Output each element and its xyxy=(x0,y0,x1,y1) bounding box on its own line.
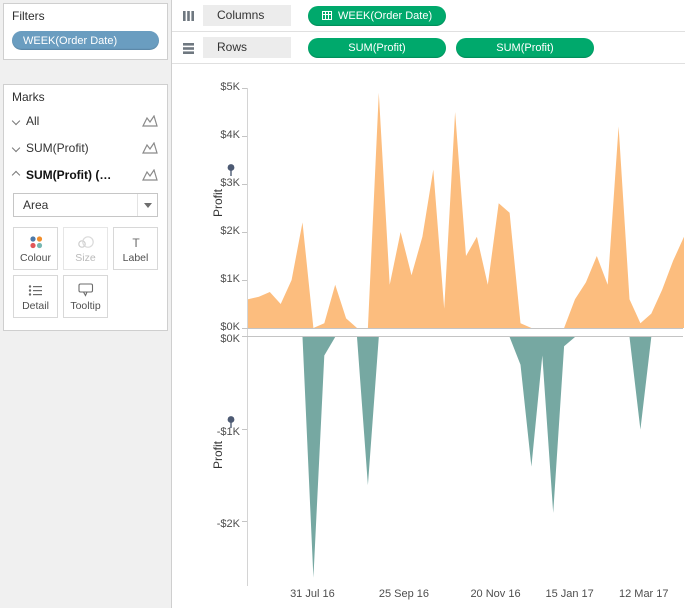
detail-icon xyxy=(28,281,43,298)
area-mark-negative-profit[interactable] xyxy=(248,337,684,587)
columns-shelf-label: Columns xyxy=(203,5,291,26)
marks-title: Marks xyxy=(4,85,167,107)
y-axis-tick-mark xyxy=(242,88,247,89)
pill-sum-profit-1[interactable]: SUM(Profit) xyxy=(308,38,446,58)
pill-label: SUM(Profit) xyxy=(348,42,405,54)
y-axis-tick-mark xyxy=(242,184,247,185)
tooltip-icon xyxy=(78,281,94,298)
tooltip-button[interactable]: Tooltip xyxy=(63,275,108,318)
x-axis-tick-label: 12 Mar 17 xyxy=(606,588,682,600)
tableau-window: Filters WEEK(Order Date) Marks All SUM(P… xyxy=(0,0,685,608)
colour-button-label: Colour xyxy=(20,252,51,264)
x-axis-tick-label: 15 Jan 17 xyxy=(532,588,608,600)
x-axis-tick-label: 20 Nov 16 xyxy=(458,588,534,600)
pill-label: SUM(Profit) xyxy=(496,42,553,54)
mark-type-dropdown[interactable]: Area xyxy=(13,193,158,217)
grid-icon xyxy=(322,11,332,20)
chevron-down-icon[interactable] xyxy=(12,116,20,124)
label-icon: T xyxy=(129,233,143,250)
marks-row-sum-profit-1[interactable]: SUM(Profit) xyxy=(4,134,167,161)
marks-row-all[interactable]: All xyxy=(4,107,167,134)
marks-row-label: All xyxy=(26,114,135,128)
y-axis-tick-mark xyxy=(242,429,247,430)
area-mark-positive-profit[interactable] xyxy=(248,88,684,328)
chevron-down-icon[interactable] xyxy=(12,143,20,151)
zero-line-top xyxy=(247,328,683,329)
y-axis-tick-label: $4K xyxy=(190,129,240,141)
columns-shelf[interactable]: Columns WEEK(Order Date) xyxy=(172,0,685,32)
rows-pills: SUM(Profit) SUM(Profit) xyxy=(308,38,594,58)
marks-row-sum-profit-2[interactable]: SUM(Profit) (… xyxy=(4,161,167,188)
y-axis-tick-mark xyxy=(242,280,247,281)
y-axis-tick-label: $5K xyxy=(190,81,240,93)
x-axis-tick-label: 31 Jul 16 xyxy=(274,588,350,600)
marks-buttons: Colour Size T Label xyxy=(13,227,158,318)
sidebar: Filters WEEK(Order Date) Marks All SUM(P… xyxy=(0,0,172,608)
label-button[interactable]: T Label xyxy=(113,227,158,270)
y-axis-tick-label: $0K xyxy=(190,333,240,345)
chevron-up-icon[interactable] xyxy=(12,170,20,178)
marks-card: Marks All SUM(Profit) SUM(Profit) (… Are… xyxy=(3,84,168,331)
svg-text:T: T xyxy=(132,236,140,249)
rows-shelf[interactable]: Rows SUM(Profit) SUM(Profit) xyxy=(172,32,685,64)
area-chart-icon xyxy=(142,142,158,154)
x-axis-tick-label: 25 Sep 16 xyxy=(366,588,442,600)
colour-button[interactable]: Colour xyxy=(13,227,58,270)
y-axis-tick-mark xyxy=(242,232,247,233)
area-chart-icon xyxy=(142,169,158,181)
label-button-label: Label xyxy=(123,252,149,264)
pill-week-order-date[interactable]: WEEK(Order Date) xyxy=(308,6,446,26)
filters-title: Filters xyxy=(4,4,167,26)
size-icon xyxy=(77,233,94,250)
pill-label: WEEK(Order Date) xyxy=(338,10,432,22)
rows-shelf-label: Rows xyxy=(203,37,291,58)
y-axis-tick-mark xyxy=(242,328,247,329)
y-axis-tick-label: -$1K xyxy=(190,426,240,438)
columns-icon xyxy=(182,10,195,22)
filters-card: Filters WEEK(Order Date) xyxy=(3,3,168,60)
columns-pills: WEEK(Order Date) xyxy=(308,6,446,26)
y-axis-tick-label: $3K xyxy=(190,177,240,189)
chart-pane[interactable]: Profit Profit $5K$4K$3K$2K$1K$0K$0K-$1K-… xyxy=(172,64,685,608)
y-axis-tick-label: -$2K xyxy=(190,518,240,530)
y-axis-tick-label: $1K xyxy=(190,273,240,285)
filter-pill-week-order-date[interactable]: WEEK(Order Date) xyxy=(12,31,159,50)
y-axis-tick-mark xyxy=(242,521,247,522)
y-axis-tick-label: $2K xyxy=(190,225,240,237)
size-button-label: Size xyxy=(75,252,95,264)
pill-sum-profit-2[interactable]: SUM(Profit) xyxy=(456,38,594,58)
rows-icon xyxy=(182,42,195,54)
detail-button[interactable]: Detail xyxy=(13,275,58,318)
area-chart-icon xyxy=(142,115,158,127)
y-axis-tick-label: $0K xyxy=(190,321,240,333)
pin-icon xyxy=(225,163,237,177)
size-button[interactable]: Size xyxy=(63,227,108,270)
detail-button-label: Detail xyxy=(22,300,49,312)
marks-row-label: SUM(Profit) xyxy=(26,141,135,155)
y-axis-tick-mark xyxy=(242,336,247,337)
filter-pill-label: WEEK(Order Date) xyxy=(23,35,117,47)
y-axis-tick-mark xyxy=(242,136,247,137)
mark-type-value: Area xyxy=(14,198,137,212)
main-area: Columns WEEK(Order Date) Rows SUM(Profit… xyxy=(172,0,685,608)
colour-icon xyxy=(29,233,43,250)
dropdown-caret-icon[interactable] xyxy=(137,194,157,216)
tooltip-button-label: Tooltip xyxy=(70,300,100,312)
marks-row-label: SUM(Profit) (… xyxy=(26,168,135,182)
